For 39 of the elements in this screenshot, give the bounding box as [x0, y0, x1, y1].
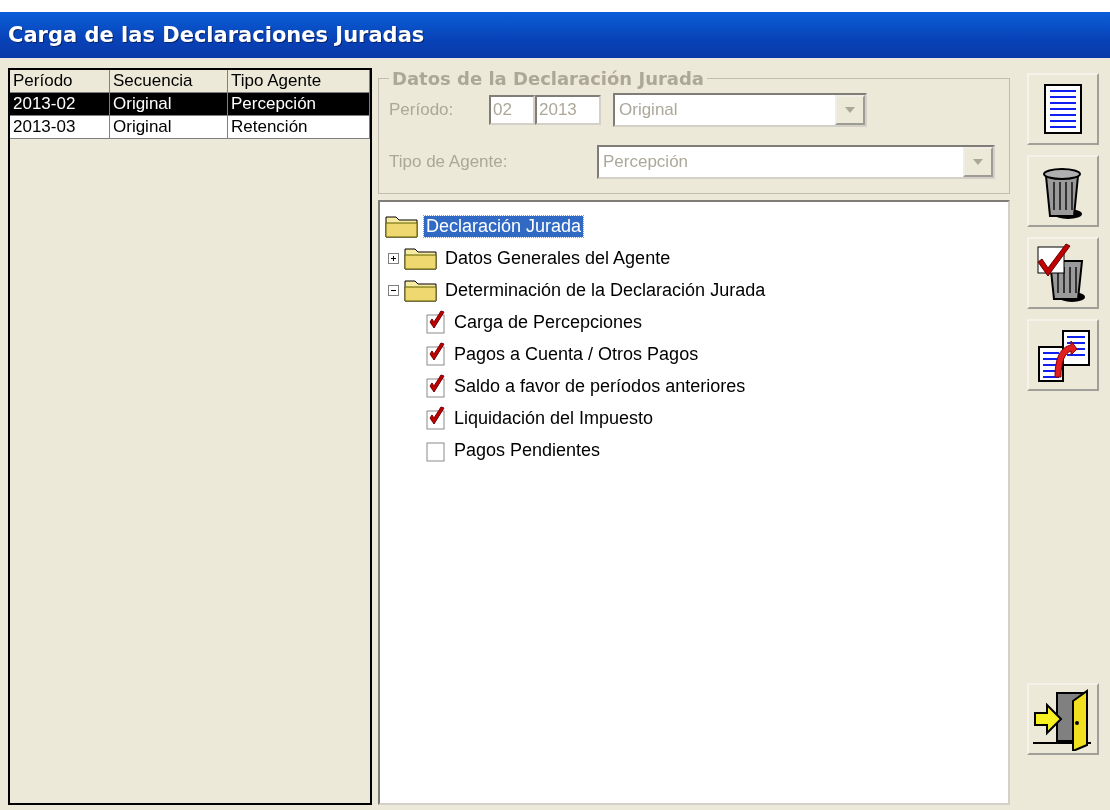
toolbar-button[interactable] [1027, 155, 1099, 227]
tree-item[interactable]: Pagos a Cuenta / Otros Pagos [452, 343, 701, 365]
tree-item[interactable]: Pagos Pendientes [452, 439, 603, 461]
column-header[interactable]: Tipo Agente [228, 70, 370, 93]
table-cell[interactable]: 2013-03 [10, 116, 110, 139]
table-cell[interactable]: Retención [228, 116, 370, 139]
tree-item[interactable]: Determinación de la Declaración Jurada [443, 279, 768, 301]
collapse-toggle[interactable] [388, 284, 399, 296]
toolbar-button[interactable] [1027, 319, 1099, 391]
dropdown-arrow-icon [972, 158, 984, 166]
document-icon [1043, 83, 1083, 135]
expand-toggle[interactable] [388, 252, 399, 264]
folder-icon [403, 277, 439, 303]
agent-type-label: Tipo de Agente: [389, 152, 509, 172]
exit-button[interactable] [1027, 683, 1099, 755]
checkbox[interactable] [426, 310, 448, 334]
tree-item[interactable]: Saldo a favor de períodos anteriores [452, 375, 748, 397]
column-header[interactable]: Secuencia [110, 70, 228, 93]
folder-icon [384, 213, 420, 239]
group-title: Datos de la Declaración Jurada [391, 68, 705, 89]
table-cell[interactable]: Percepción [228, 93, 370, 116]
column-header[interactable]: Período [10, 70, 110, 93]
table-cell[interactable]: 2013-02 [10, 93, 110, 116]
table-cell[interactable]: Original [110, 93, 228, 116]
toolbar-button[interactable] [1027, 237, 1099, 309]
checkbox[interactable] [426, 374, 448, 398]
tree-item[interactable]: Datos Generales del Agente [443, 247, 673, 269]
toolbar-button[interactable] [1027, 73, 1099, 145]
window-title: Carga de las Declaraciones Juradas [8, 23, 425, 47]
dropdown-arrow-icon [844, 106, 856, 114]
checkbox[interactable] [426, 406, 448, 430]
tree-item[interactable]: Declaración Jurada [424, 215, 584, 237]
copy-icon [1035, 327, 1091, 383]
period-label: Período: [389, 100, 455, 120]
tree-item[interactable]: Liquidación del Impuesto [452, 407, 656, 429]
folder-icon [403, 245, 439, 271]
tree-item[interactable]: Carga de Percepciones [452, 311, 645, 333]
table-cell[interactable]: Original [110, 116, 228, 139]
checkbox[interactable] [426, 342, 448, 366]
